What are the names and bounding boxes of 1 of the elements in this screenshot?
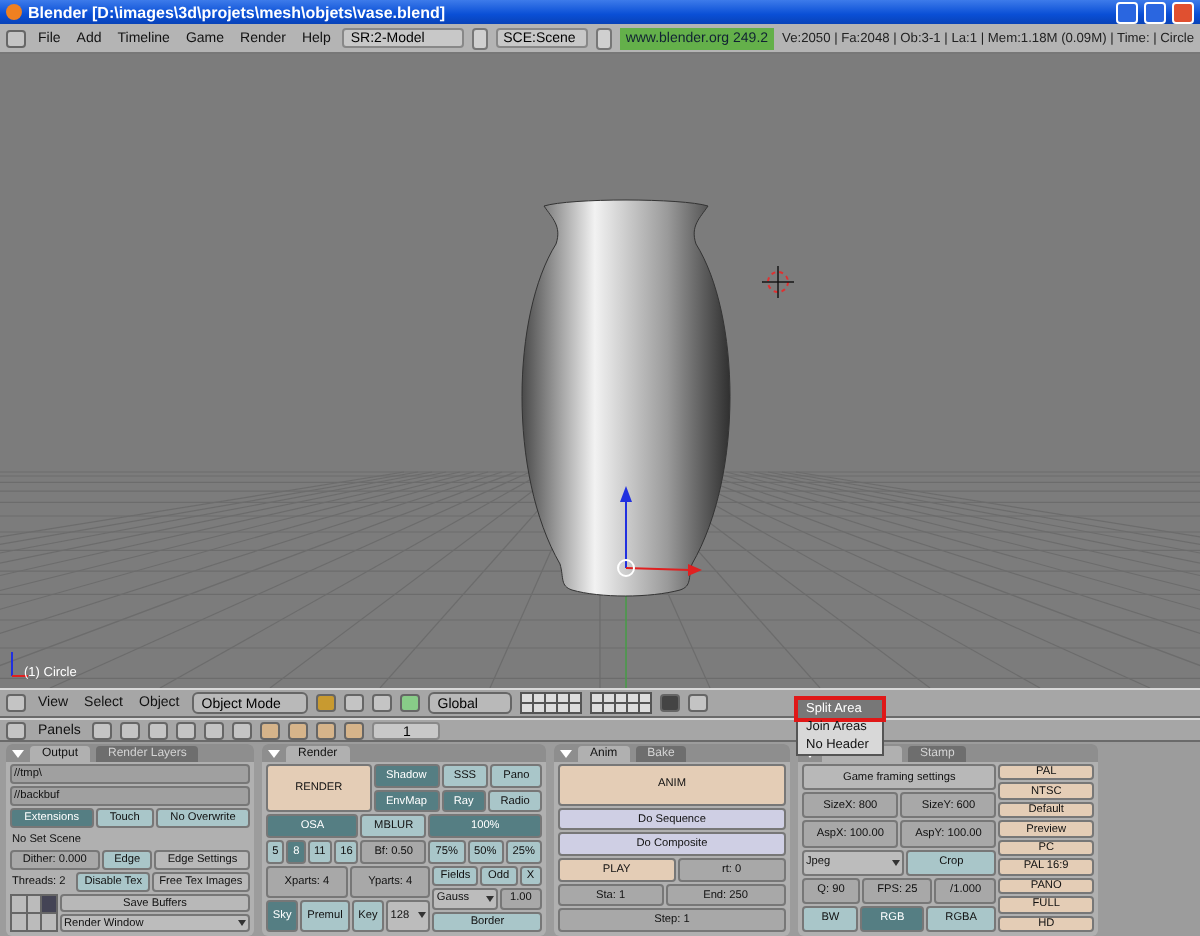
window-title: Blender [D:\images\3d\projets\mesh\objets\vase.blend]	[28, 3, 447, 21]
